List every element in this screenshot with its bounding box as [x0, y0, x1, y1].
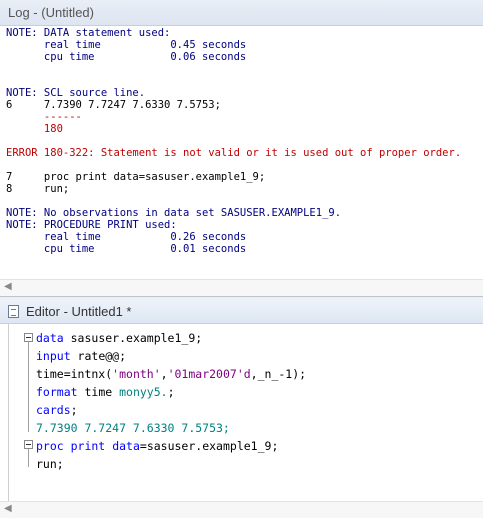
log-content[interactable]: NOTE: DATA statement used: real time 0.4…	[6, 27, 481, 277]
code-line-6[interactable]: 7.7390 7.7247 7.6330 7.5753;	[36, 419, 230, 437]
log-line: ------	[6, 111, 82, 123]
log-line: 7 proc print data=sasuser.example1_9;	[6, 171, 266, 183]
editor-window: Editor - Untitled1 * data sasuser.exampl…	[0, 300, 483, 523]
log-line: NOTE: SCL source line.	[6, 87, 146, 99]
log-line: cpu time 0.06 seconds	[6, 51, 247, 63]
fold-guide-line	[28, 342, 29, 432]
log-line: NOTE: DATA statement used:	[6, 27, 171, 39]
log-title: Log - (Untitled)	[8, 5, 94, 20]
scroll-left-arrow-icon[interactable]: ◀	[4, 503, 12, 514]
fold-minus-icon[interactable]	[24, 440, 33, 449]
code-line-2[interactable]: input rate@@;	[36, 347, 126, 365]
code-line-3[interactable]: time=intnx('month','01mar2007'd,_n_-1);	[36, 365, 306, 383]
fold-guide-line	[28, 449, 29, 467]
log-line: cpu time 0.01 seconds	[6, 243, 247, 255]
editor-title: Editor - Untitled1 *	[26, 304, 132, 319]
fold-minus-icon[interactable]	[24, 333, 33, 342]
log-line: 8 run;	[6, 183, 70, 195]
log-line: NOTE: No observations in data set SASUSE…	[6, 207, 342, 219]
document-icon	[8, 305, 19, 318]
log-error-line: ERROR 180-322: Statement is not valid or…	[6, 147, 462, 159]
code-line-8[interactable]: run;	[36, 455, 64, 473]
log-horizontal-scrollbar[interactable]: ◀	[0, 279, 483, 296]
log-line: 180	[6, 123, 63, 135]
code-line-5[interactable]: cards;	[36, 401, 78, 419]
editor-gutter	[8, 324, 9, 507]
log-line: NOTE: PROCEDURE PRINT used:	[6, 219, 177, 231]
editor-titlebar[interactable]: Editor - Untitled1 *	[0, 300, 483, 324]
log-line: 6 7.7390 7.7247 7.6330 7.5753;	[6, 99, 221, 111]
code-line-1[interactable]: data sasuser.example1_9;	[36, 329, 202, 347]
log-titlebar[interactable]: Log - (Untitled)	[0, 0, 483, 26]
log-window: Log - (Untitled) NOTE: DATA statement us…	[0, 0, 483, 297]
log-line: real time 0.26 seconds	[6, 231, 247, 243]
code-line-7[interactable]: proc print data=sasuser.example1_9;	[36, 437, 278, 455]
log-line: real time 0.45 seconds	[6, 39, 247, 51]
scroll-left-arrow-icon[interactable]: ◀	[4, 281, 12, 292]
code-line-4[interactable]: format time monyy5.;	[36, 383, 175, 401]
editor-horizontal-scrollbar[interactable]: ◀	[0, 501, 483, 518]
